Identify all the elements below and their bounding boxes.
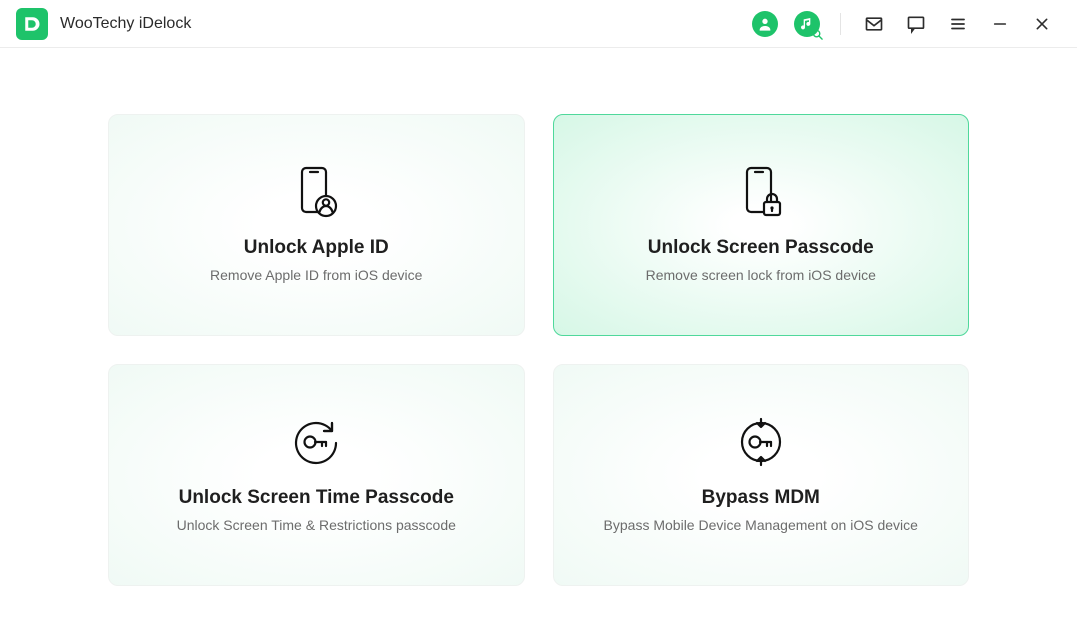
main-content: Unlock Apple ID Remove Apple ID from iOS… <box>0 48 1077 586</box>
card-desc: Remove Apple ID from iOS device <box>210 267 422 283</box>
menu-icon[interactable] <box>945 11 971 37</box>
phone-user-icon <box>292 167 340 217</box>
card-desc: Bypass Mobile Device Management on iOS d… <box>604 517 918 533</box>
titlebar-controls <box>752 11 1055 37</box>
mail-icon[interactable] <box>861 11 887 37</box>
titlebar: WooTechy iDelock <box>0 0 1077 48</box>
key-refresh-icon <box>291 417 341 467</box>
key-transfer-icon <box>736 417 786 467</box>
card-title: Bypass MDM <box>702 487 820 509</box>
card-unlock-apple-id[interactable]: Unlock Apple ID Remove Apple ID from iOS… <box>108 114 525 336</box>
card-title: Unlock Apple ID <box>244 237 389 259</box>
feedback-icon[interactable] <box>903 11 929 37</box>
phone-lock-icon <box>737 167 785 217</box>
card-title: Unlock Screen Passcode <box>648 237 874 259</box>
separator <box>840 13 841 35</box>
card-desc: Remove screen lock from iOS device <box>646 267 876 283</box>
options-grid: Unlock Apple ID Remove Apple ID from iOS… <box>108 114 969 586</box>
minimize-button[interactable] <box>987 11 1013 37</box>
card-unlock-screen-time[interactable]: Unlock Screen Time Passcode Unlock Scree… <box>108 364 525 586</box>
card-title: Unlock Screen Time Passcode <box>179 487 454 509</box>
music-search-icon[interactable] <box>794 11 820 37</box>
app-title: WooTechy iDelock <box>60 15 191 33</box>
account-icon[interactable] <box>752 11 778 37</box>
close-button[interactable] <box>1029 11 1055 37</box>
card-bypass-mdm[interactable]: Bypass MDM Bypass Mobile Device Manageme… <box>553 364 970 586</box>
card-desc: Unlock Screen Time & Restrictions passco… <box>177 517 456 533</box>
card-unlock-screen-passcode[interactable]: Unlock Screen Passcode Remove screen loc… <box>553 114 970 336</box>
app-logo <box>16 8 48 40</box>
